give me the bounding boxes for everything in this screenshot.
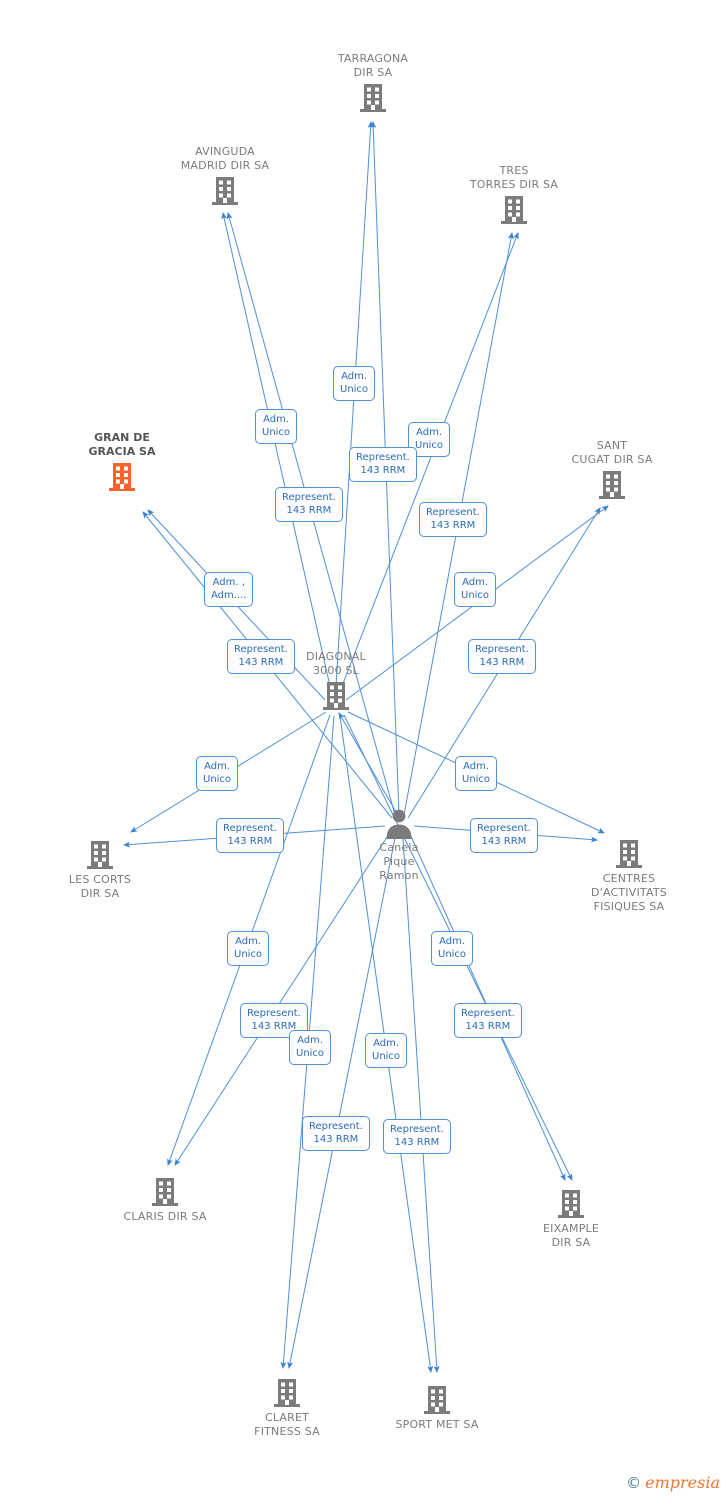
building-icon [87, 841, 113, 869]
graph-node-les_corts[interactable]: LES CORTS DIR SA [25, 838, 175, 901]
building-icon [152, 1178, 178, 1206]
edge-label[interactable]: Adm. Unico [431, 931, 474, 966]
edge-label[interactable]: Represent. 143 RRM [349, 447, 417, 482]
building-icon [616, 840, 642, 868]
node-label: EIXAMPLE DIR SA [542, 1222, 600, 1249]
building-icon [323, 682, 349, 710]
graph-node-tres_torres[interactable]: TRES TORRES DIR SA [439, 164, 589, 227]
node-label: SPORT MET SA [395, 1418, 479, 1431]
graph-node-sport_met[interactable]: SPORT MET SA [362, 1383, 512, 1432]
edge-label[interactable]: Adm. Unico [455, 756, 498, 791]
building-icon [274, 1379, 300, 1407]
edge-label[interactable]: Represent. 143 RRM [468, 639, 536, 674]
edge-label[interactable]: Represent. 143 RRM [383, 1119, 451, 1154]
building-icon [599, 471, 625, 499]
edge-label[interactable]: Represent. 143 RRM [470, 818, 538, 853]
building-icon [360, 84, 386, 112]
node-label: CLARET FITNESS SA [254, 1411, 320, 1438]
building-icon [558, 1190, 584, 1218]
building-icon [501, 196, 527, 224]
graph-node-tarragona[interactable]: TARRAGONA DIR SA [298, 52, 448, 115]
relationship-graph-canvas: TARRAGONA DIR SA AVINGUDA MADRID DIR SA TR… [0, 0, 728, 1500]
edge-label[interactable]: Represent. 143 RRM [227, 639, 295, 674]
empresia-watermark: © empresia [626, 1473, 720, 1492]
graph-node-avinguda[interactable]: AVINGUDA MADRID DIR SA [150, 145, 300, 208]
graph-node-claret[interactable]: CLARET FITNESS SA [212, 1376, 362, 1439]
edge-label[interactable]: Adm. Unico [333, 366, 376, 401]
edge-label[interactable]: Adm. Unico [365, 1033, 408, 1068]
node-label: GRAN DE GRACIA SA [88, 431, 156, 458]
graph-node-gran_gracia[interactable]: GRAN DE GRACIA SA [47, 431, 197, 494]
edge-label[interactable]: Adm. Unico [289, 1030, 332, 1065]
edge-label[interactable]: Represent. 143 RRM [216, 818, 284, 853]
copyright-icon: © [626, 1473, 642, 1492]
graph-edge [335, 121, 374, 687]
graph-node-centres[interactable]: CENTRES D'ACTIVITATS FISIQUES SA [554, 837, 704, 914]
building-icon [109, 463, 135, 491]
edge-label[interactable]: Represent. 143 RRM [275, 487, 343, 522]
graph-edge [221, 212, 331, 687]
graph-node-eixample[interactable]: EIXAMPLE DIR SA [496, 1187, 646, 1250]
graph-node-sant_cugat[interactable]: SANT CUGAT DIR SA [537, 439, 687, 502]
building-icon [424, 1386, 450, 1414]
node-label: CLARIS DIR SA [123, 1210, 207, 1223]
edge-label[interactable]: Represent. 143 RRM [302, 1116, 370, 1151]
node-label: Canela Pique Ramon [379, 841, 419, 882]
node-label: CENTRES D'ACTIVITATS FISIQUES SA [591, 872, 667, 913]
node-label: LES CORTS DIR SA [68, 873, 132, 900]
graph-edges-layer [123, 121, 609, 1373]
building-icon [212, 177, 238, 205]
person-icon [386, 809, 412, 839]
edge-label[interactable]: Represent. 143 RRM [454, 1003, 522, 1038]
node-label: AVINGUDA MADRID DIR SA [180, 145, 270, 172]
edge-label[interactable]: Adm. Unico [454, 572, 497, 607]
edge-label[interactable]: Adm. Unico [255, 409, 298, 444]
node-label: SANT CUGAT DIR SA [571, 439, 653, 466]
edge-label[interactable]: Adm. , Adm.... [204, 572, 254, 607]
edge-label[interactable]: Adm. Unico [227, 931, 270, 966]
brand-label: empresia [645, 1473, 720, 1492]
edge-label[interactable]: Adm. Unico [196, 756, 239, 791]
graph-node-claris[interactable]: CLARIS DIR SA [90, 1175, 240, 1224]
node-label: TARRAGONA DIR SA [337, 52, 409, 79]
node-label: TRES TORRES DIR SA [469, 164, 559, 191]
graph-node-person-canela-pique-ramon[interactable]: Canela Pique Ramon [324, 808, 474, 883]
graph-edge [287, 837, 396, 1369]
edge-label[interactable]: Represent. 143 RRM [419, 502, 487, 537]
